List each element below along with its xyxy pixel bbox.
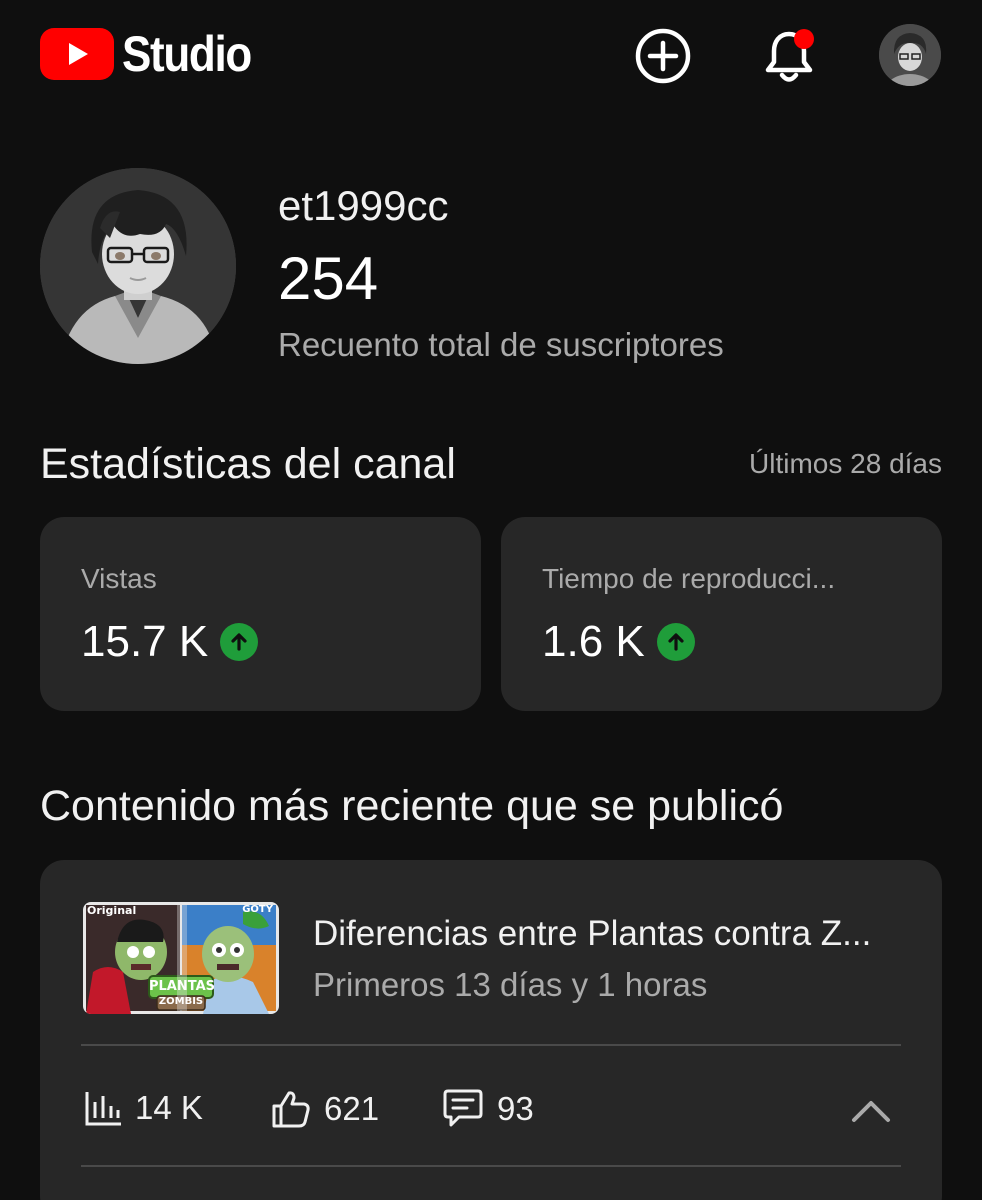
views-metric: 14 K — [83, 1088, 203, 1128]
video-thumbnail[interactable]: Original GOTY PLANTAS ZOMBIS — [83, 902, 279, 1014]
latest-content-title: Contenido más reciente que se publicó — [40, 782, 784, 830]
video-subtitle: Primeros 13 días y 1 horas — [313, 966, 708, 1003]
channel-name: et1999cc — [278, 182, 449, 229]
top-bar: Studio — [0, 0, 982, 115]
create-plus-icon — [635, 28, 691, 84]
arrow-up-icon — [656, 623, 695, 661]
subscriber-label: Recuento total de suscriptores — [278, 326, 724, 363]
collapse-button[interactable] — [846, 1090, 896, 1130]
views-value: 15.7 K — [81, 617, 209, 666]
comment-icon — [443, 1089, 483, 1127]
comments-metric: 93 — [441, 1088, 534, 1130]
chevron-up-icon — [852, 1101, 890, 1122]
views-label: Vistas — [81, 563, 157, 594]
watch-time-value: 1.6 K — [542, 617, 645, 666]
create-button[interactable] — [632, 25, 694, 87]
comments-count: 93 — [497, 1090, 534, 1127]
account-avatar[interactable] — [879, 24, 941, 86]
likes-metric: 621 — [270, 1088, 379, 1130]
thumbnail-logo-line1: PLANTAS — [149, 979, 216, 994]
studio-dashboard: Studio et1999cc 254 Recuento total de su… — [0, 0, 982, 1200]
thumbnail-right-tag: GOTY — [242, 904, 273, 915]
youtube-play-icon — [40, 28, 114, 80]
likes-count: 621 — [324, 1090, 380, 1127]
thumbs-up-icon — [272, 1091, 310, 1128]
notification-dot — [794, 29, 814, 49]
notifications-button[interactable] — [758, 25, 820, 87]
stats-title: Estadísticas del canal — [40, 440, 456, 488]
thumbnail-logo-line2: ZOMBIS — [158, 996, 204, 1007]
channel-avatar[interactable] — [40, 168, 236, 364]
stats-period[interactable]: Últimos 28 días — [749, 448, 942, 480]
divider — [81, 1165, 901, 1167]
divider — [81, 1044, 901, 1046]
thumbnail-left-tag: Original — [87, 904, 137, 917]
arrow-up-icon — [220, 623, 259, 661]
video-title[interactable]: Diferencias entre Plantas contra Z... — [313, 914, 871, 954]
views-count: 14 K — [135, 1089, 203, 1126]
latest-video-card[interactable]: Original GOTY PLANTAS ZOMBIS Diferencias… — [40, 860, 942, 1200]
subscriber-count: 254 — [278, 245, 379, 312]
watch-time-label: Tiempo de reproducci... — [542, 563, 836, 594]
watch-time-card[interactable]: Tiempo de reproducci... 1.6 K — [501, 517, 942, 711]
logo-text: Studio — [122, 26, 252, 82]
chart-icon — [85, 1092, 121, 1126]
studio-logo[interactable]: Studio — [40, 28, 269, 80]
views-card[interactable]: Vistas 15.7 K — [40, 517, 481, 711]
